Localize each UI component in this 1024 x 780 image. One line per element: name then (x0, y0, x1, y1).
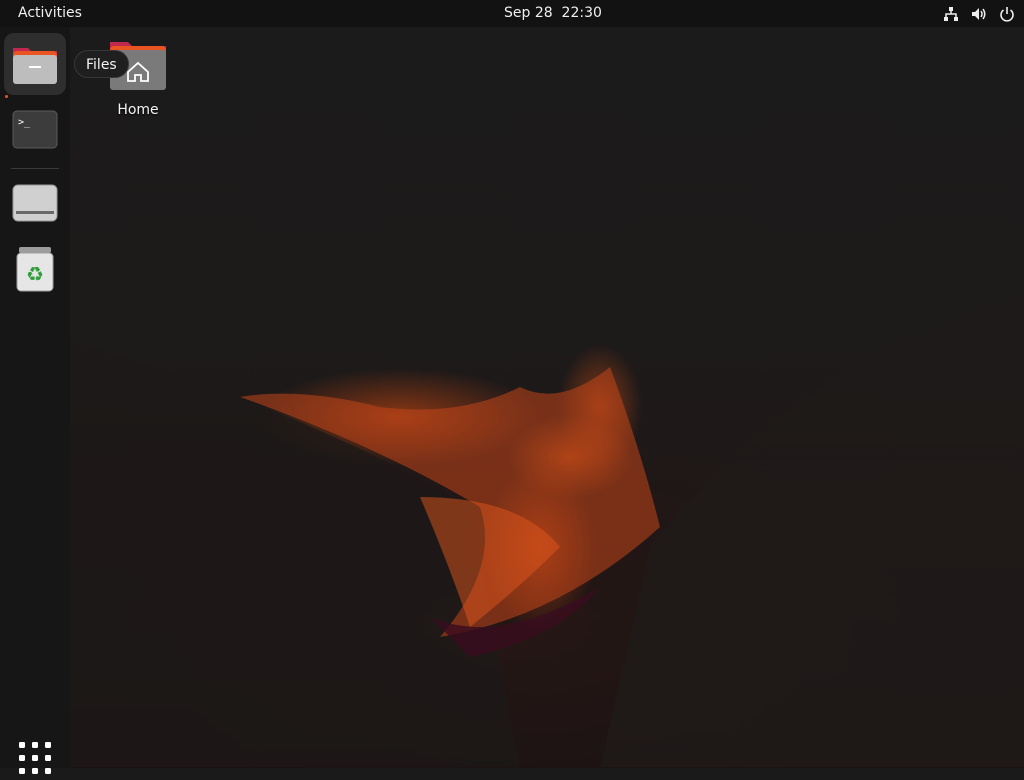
dock-item-drive[interactable] (4, 172, 66, 234)
clock-button[interactable]: Sep 28 22:30 (504, 0, 602, 27)
wallpaper-illustration (70, 297, 1024, 767)
show-apps-icon (19, 742, 51, 774)
desktop-wallpaper (0, 27, 1024, 768)
top-bar: Activities Sep 28 22:30 (0, 0, 1024, 27)
svg-text:>_: >_ (18, 117, 31, 128)
dock: >_ ♻ (0, 27, 70, 774)
drive-icon (12, 184, 58, 222)
dock-item-trash[interactable]: ♻ (4, 238, 66, 300)
dock-tooltip: Files (74, 50, 129, 78)
svg-text:♻: ♻ (26, 262, 44, 286)
dock-item-files[interactable] (4, 33, 66, 98)
activities-button[interactable]: Activities (8, 0, 92, 27)
volume-icon[interactable] (970, 5, 988, 23)
power-icon[interactable] (998, 5, 1016, 23)
running-indicator (5, 95, 8, 98)
desktop-icon-label: Home (117, 102, 159, 118)
terminal-icon: >_ (12, 110, 58, 149)
files-icon (13, 48, 57, 84)
dock-separator (11, 168, 59, 169)
network-icon[interactable] (942, 5, 960, 23)
dock-item-terminal[interactable]: >_ (4, 99, 66, 161)
show-apps-button[interactable] (17, 740, 53, 776)
trash-icon: ♻ (16, 247, 54, 292)
system-tray[interactable] (942, 0, 1016, 27)
